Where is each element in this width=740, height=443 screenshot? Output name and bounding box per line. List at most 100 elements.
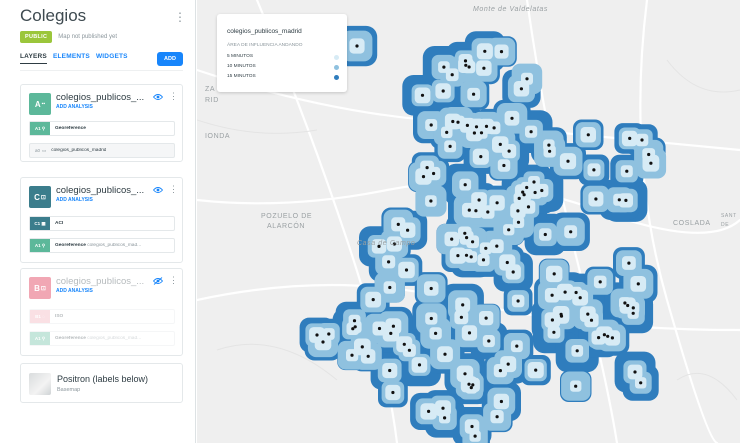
school-point[interactable] [474, 125, 479, 129]
school-point[interactable] [482, 66, 486, 70]
school-point[interactable] [586, 133, 590, 137]
school-point[interactable] [402, 342, 406, 346]
school-point[interactable] [469, 255, 473, 259]
school-point[interactable] [499, 399, 503, 404]
school-point[interactable] [533, 190, 537, 195]
school-point[interactable] [434, 331, 438, 335]
school-point[interactable] [429, 316, 433, 321]
school-point[interactable] [360, 345, 364, 349]
layer-badge[interactable]: A ▪▪ [29, 93, 51, 115]
school-point[interactable] [550, 318, 554, 322]
basemap-card[interactable]: Positron (labels below) Basemap [20, 363, 183, 403]
school-point[interactable] [525, 185, 529, 190]
school-point[interactable] [429, 123, 433, 127]
school-point[interactable] [321, 340, 325, 344]
school-point[interactable] [421, 175, 426, 179]
school-point[interactable] [550, 293, 554, 297]
school-point[interactable] [404, 268, 409, 272]
school-point[interactable] [327, 332, 331, 336]
hidden-eye-icon[interactable] [153, 277, 163, 285]
school-point[interactable] [548, 149, 552, 153]
school-point[interactable] [598, 280, 602, 284]
school-point[interactable] [366, 354, 370, 358]
school-point[interactable] [465, 123, 469, 127]
school-point[interactable] [471, 240, 475, 244]
school-point[interactable] [425, 166, 429, 170]
layer-card-a[interactable]: A ▪▪ colegios_publicos_... ADD ANALYSIS ⋮… [20, 84, 183, 162]
tab-elements[interactable]: ELEMENTS [53, 53, 90, 64]
tab-layers[interactable]: LAYERS [20, 53, 47, 64]
school-point[interactable] [647, 152, 651, 157]
analysis-node[interactable]: A1 ⚲ Georeference colegios_publicos_mad.… [29, 331, 175, 346]
layer-options-icon[interactable]: ⋮ [169, 276, 178, 285]
school-point[interactable] [649, 161, 653, 165]
school-point[interactable] [479, 131, 484, 135]
school-point[interactable] [507, 228, 511, 232]
school-point[interactable] [487, 339, 491, 343]
school-point[interactable] [499, 50, 504, 54]
map-options-icon[interactable]: ⋮ [174, 10, 186, 24]
school-point[interactable] [559, 312, 563, 316]
school-point[interactable] [467, 65, 471, 69]
school-point[interactable] [498, 142, 502, 146]
school-point[interactable] [495, 415, 499, 419]
school-point[interactable] [467, 331, 472, 335]
school-point[interactable] [589, 318, 594, 322]
school-point[interactable] [636, 282, 640, 286]
school-point[interactable] [353, 325, 357, 329]
school-point[interactable] [456, 120, 460, 124]
tab-widgets[interactable]: WIDGETS [96, 53, 128, 64]
school-point[interactable] [473, 434, 477, 438]
school-point[interactable] [471, 383, 475, 387]
school-point[interactable] [479, 155, 483, 159]
school-point[interactable] [586, 312, 590, 316]
school-point[interactable] [566, 159, 570, 163]
add-analysis-link[interactable]: ADD ANALYSIS [56, 104, 93, 110]
school-point[interactable] [456, 254, 460, 258]
school-point[interactable] [484, 246, 488, 250]
school-point[interactable] [463, 59, 468, 63]
school-point[interactable] [315, 333, 319, 337]
school-point[interactable] [406, 228, 410, 232]
school-point[interactable] [443, 416, 447, 420]
school-point[interactable] [606, 334, 610, 338]
school-point[interactable] [547, 143, 551, 147]
school-point[interactable] [469, 386, 473, 390]
school-point[interactable] [483, 49, 487, 53]
school-point[interactable] [534, 368, 538, 372]
school-point[interactable] [450, 73, 454, 77]
school-point[interactable] [498, 369, 502, 373]
school-point[interactable] [420, 93, 425, 97]
school-point[interactable] [388, 285, 392, 290]
school-point[interactable] [540, 188, 544, 193]
school-point[interactable] [463, 231, 467, 235]
school-point[interactable] [477, 198, 481, 202]
analysis-node[interactable]: B1 ◌ ISO [29, 309, 175, 324]
school-point[interactable] [569, 230, 573, 234]
school-point[interactable] [529, 130, 533, 134]
school-point[interactable] [597, 336, 601, 340]
school-point[interactable] [396, 222, 400, 226]
add-analysis-link[interactable]: ADD ANALYSIS [56, 197, 93, 203]
school-point[interactable] [450, 237, 454, 241]
school-point[interactable] [407, 348, 411, 352]
layer-name[interactable]: colegios_publicos_... [56, 92, 156, 103]
school-point[interactable] [472, 131, 476, 135]
school-point[interactable] [526, 205, 531, 209]
school-point[interactable] [519, 87, 523, 91]
analysis-node[interactable]: A1 ⚲ Georeference colegios_publicos_mad.… [29, 238, 175, 253]
school-point[interactable] [516, 299, 520, 303]
school-point[interactable] [441, 89, 445, 93]
school-point[interactable] [441, 406, 445, 410]
school-point[interactable] [640, 138, 644, 142]
school-point[interactable] [371, 298, 375, 302]
school-point[interactable] [633, 370, 637, 374]
layer-name[interactable]: colegios_publicos_... [56, 276, 156, 287]
school-point[interactable] [451, 119, 455, 124]
school-point[interactable] [552, 330, 556, 334]
school-point[interactable] [391, 324, 395, 328]
school-point[interactable] [502, 163, 506, 168]
school-point[interactable] [445, 130, 449, 134]
school-point[interactable] [464, 63, 468, 67]
school-point[interactable] [481, 258, 486, 262]
